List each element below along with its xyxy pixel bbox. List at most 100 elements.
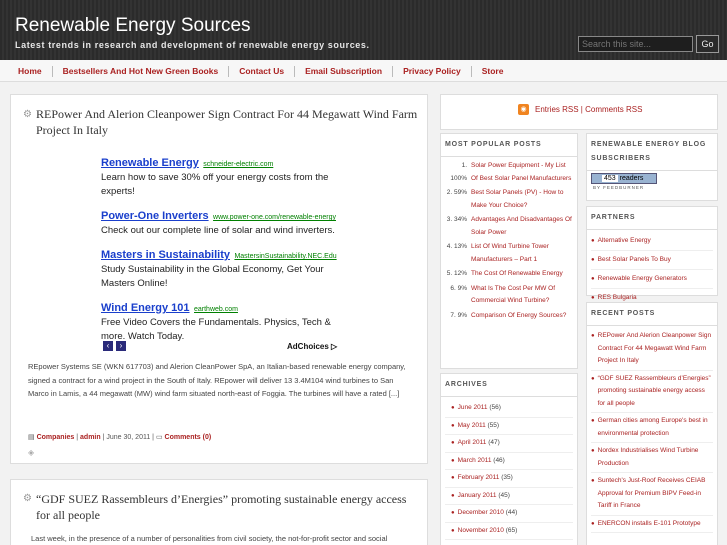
post-comments-link[interactable]: Comments (0) [165,434,212,441]
popular-link[interactable]: Solar Power Equipment - My List Of Best … [471,160,573,185]
post-meta: ▤ Companies | admin | June 30, 2011 | ▭ … [28,434,212,441]
comment-icon: ▭ [155,434,163,441]
subscribers-widget: Renewable Energy Blog Subscribers 453 re… [586,133,718,201]
bullet-icon: ● [451,405,455,411]
list-item[interactable]: ● February 2011 (35) [445,470,573,488]
list-item[interactable]: 6. 9% What Is The Cost Per MW Of Commerci… [445,283,573,308]
popular-link[interactable]: Advantages And Disadvantages Of Solar Po… [471,214,573,239]
ad-url[interactable]: MastersinSustainability.NEC.Edu [234,253,336,260]
partner-link[interactable]: Best Solar Panels To Buy [598,256,671,263]
archive-link[interactable]: May 2011 [458,422,486,429]
bullet-icon: ● [591,295,595,301]
list-item[interactable]: 3. 34% Advantages And Disadvantages Of So… [445,214,573,239]
ad-title[interactable]: Masters in Sustainability [101,249,230,261]
archive-link[interactable]: February 2011 [458,474,500,481]
list-item[interactable]: ● Nordex Industrialises Wind Turbine Prod… [591,443,713,473]
archive-link[interactable]: June 2011 [458,404,488,411]
ad-url[interactable]: earthweb.com [194,306,238,313]
ad-next-button[interactable]: › [116,341,126,351]
nav-item-bestsellers[interactable]: Bestsellers And Hot New Green Books [53,65,230,77]
archive-link[interactable]: April 2011 [458,439,487,446]
list-item[interactable]: 4. 13% List Of Wind Turbine Tower Manufac… [445,241,573,266]
list-item[interactable]: ● Renewable Energy Generators [591,270,713,289]
partner-link[interactable]: RES Bulgaria [598,294,637,301]
adchoices-label: AdChoices [287,342,329,351]
recent-post-link[interactable]: REPower And Alerion Cleanpower Sign Cont… [598,330,713,368]
recent-post-link[interactable]: “GDF SUEZ Rassembleurs d’Energies” promo… [598,373,713,411]
nav-item-store[interactable]: Store [472,66,514,77]
site-description: Latest trends in research and developmen… [15,40,370,50]
post-excerpt: REpower Systems SE (WKN 617703) and Aler… [28,362,406,398]
list-item[interactable]: ● ENERCON installs E-101 Prototype [591,516,713,533]
archive-link[interactable]: January 2011 [458,492,497,499]
list-item[interactable]: ● November 2010 (65) [445,523,573,540]
popular-link[interactable]: Comparison Of Energy Sources? [471,310,566,323]
nav-item-privacy[interactable]: Privacy Policy [393,65,472,77]
list-item[interactable]: 1. 100% Solar Power Equipment - My List O… [445,160,573,185]
ad-title[interactable]: Power-One Inverters [101,210,209,222]
list-item[interactable]: ● German cities among Europe's best in en… [591,413,713,443]
archive-link[interactable]: November 2010 [458,527,504,534]
recent-post-link[interactable]: ENERCON installs E-101 Prototype [598,518,701,531]
rss-links[interactable]: Entries RSS | Comments RSS [535,105,642,114]
popular-rank: 2. 59% [446,189,467,196]
partner-link[interactable]: Alternative Energy [598,237,651,244]
nav-item-email-subscription[interactable]: Email Subscription [295,65,394,77]
archive-count: (47) [488,439,500,446]
ad-prev-button[interactable]: ‹ [103,341,113,351]
feedburner-badge[interactable]: 453 readers BY FEEDBURNER [591,173,657,193]
archive-count: (45) [498,491,510,499]
ad-description: Study Sustainability in the Global Econo… [101,264,324,289]
bullet-icon: ● [591,375,595,382]
partner-link[interactable]: Renewable Energy Generators [598,275,687,282]
bullet-icon: ● [451,475,455,481]
search-button[interactable]: Go [696,35,719,53]
recent-post-link[interactable]: Suntech's Just-Roof Receives CEIAB Appro… [598,475,713,513]
post-category-link[interactable]: Companies [37,434,75,441]
bullet-icon: ● [451,527,455,534]
recent-post-link[interactable]: German cities among Europe's best in env… [598,415,713,440]
list-item[interactable]: ● Best Solar Panels To Buy [591,251,713,270]
post-title[interactable]: “GDF SUEZ Rassembleurs d’Energies” promo… [36,491,421,523]
list-item[interactable]: 5. 12% The Cost Of Renewable Energy [445,268,573,281]
list-item[interactable]: ● REPower And Alerion Cleanpower Sign Con… [591,328,713,371]
archive-count: (56) [489,404,501,411]
list-item[interactable]: ● “GDF SUEZ Rassembleurs d’Energies” prom… [591,371,713,413]
popular-rank: 7. 9% [450,311,467,319]
ad-title[interactable]: Renewable Energy [101,157,199,169]
list-item[interactable]: 7. 9% Comparison Of Energy Sources? [445,310,573,323]
popular-link[interactable]: List Of Wind Turbine Tower Manufacturers… [471,241,573,266]
nav-item-contact[interactable]: Contact Us [229,65,296,77]
popular-link[interactable]: Best Solar Panels (PV) - How to Make You… [471,187,573,212]
ad-url[interactable]: schneider-electric.com [203,161,273,168]
site-title[interactable]: Renewable Energy Sources [15,15,251,37]
archive-link[interactable]: March 2011 [458,457,492,464]
recent-post-link[interactable]: Nordex Industrialises Wind Turbine Produ… [598,445,713,470]
archive-count: (35) [501,474,513,481]
ad-title[interactable]: Wind Energy 101 [101,302,190,314]
list-item[interactable]: ● Alternative Energy [591,232,713,251]
popular-link[interactable]: The Cost Of Renewable Energy [471,268,563,281]
list-item[interactable]: ● Suntech's Just-Roof Receives CEIAB Appr… [591,473,713,516]
popular-posts-widget: Most Popular Posts 1. 100% Solar Power Eq… [440,133,578,369]
bullet-icon: ● [451,510,455,516]
list-item[interactable]: ● May 2011 (55) [445,418,573,435]
list-item[interactable]: ● December 2010 (44) [445,505,573,523]
list-item[interactable]: ● January 2011 (45) [445,488,573,505]
post-author-link[interactable]: admin [80,434,101,441]
list-item[interactable]: ● April 2011 (47) [445,435,573,453]
nav-item-home[interactable]: Home [8,65,53,77]
archive-link[interactable]: December 2010 [458,509,504,516]
site-header: Renewable Energy Sources Latest trends i… [0,0,727,60]
ad-url[interactable]: www.power-one.com/renewable-energy [213,214,336,221]
popular-link[interactable]: What Is The Cost Per MW Of Commercial Wi… [471,283,573,308]
widget-title: Most Popular Posts [441,134,577,157]
list-item[interactable]: ● March 2011 (46) [445,453,573,470]
search-input[interactable] [578,36,693,52]
adchoices-link[interactable]: AdChoices ▷ [287,342,337,351]
list-item[interactable]: ● June 2011 (56) [445,400,573,418]
list-item[interactable]: 2. 59% Best Solar Panels (PV) - How to Ma… [445,187,573,212]
bullet-icon: ● [451,457,455,464]
post-title[interactable]: REPower And Alerion Cleanpower Sign Cont… [36,106,421,138]
feedburner-label: BY FEEDBURNER [593,185,645,190]
